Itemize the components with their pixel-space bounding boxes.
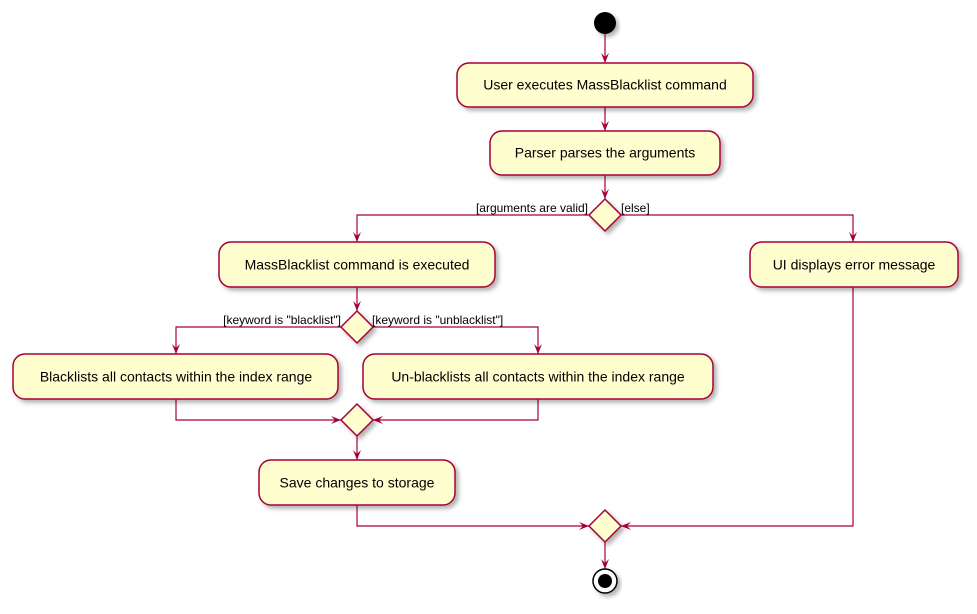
activity-label: MassBlacklist command is executed [245,257,470,273]
activity-label: Blacklists all contacts within the index… [40,369,313,385]
activity-diagram: User executes MassBlacklist command Pars… [12,12,959,594]
activity-ui-error: UI displays error message [749,241,959,288]
guard-else: [else] [621,201,650,215]
activity-save-changes: Save changes to storage [258,459,456,506]
activity-label: Parser parses the arguments [515,145,696,161]
guard-args-valid: [arguments are valid] [476,201,588,215]
decision-keyword [339,309,375,345]
end-node [592,568,618,594]
activity-command-executed: MassBlacklist command is executed [218,241,496,288]
start-node [594,12,616,34]
guard-keyword-blacklist: [keyword is "blacklist"] [223,313,341,327]
activity-label: UI displays error message [773,257,936,273]
activity-label: Un-blacklists all contacts within the in… [391,369,685,385]
activity-blacklist-all: Blacklists all contacts within the index… [12,353,339,400]
activity-unblacklist-all: Un-blacklists all contacts within the in… [362,353,714,400]
merge-keyword [339,402,375,438]
activity-user-executes: User executes MassBlacklist command [456,62,754,108]
activity-label: User executes MassBlacklist command [483,77,727,93]
merge-final [587,508,623,544]
activity-parser-parses: Parser parses the arguments [489,130,721,176]
guard-keyword-unblacklist: [keyword is "unblacklist"] [372,313,503,327]
decision-args-valid [587,197,623,233]
activity-label: Save changes to storage [280,475,435,491]
